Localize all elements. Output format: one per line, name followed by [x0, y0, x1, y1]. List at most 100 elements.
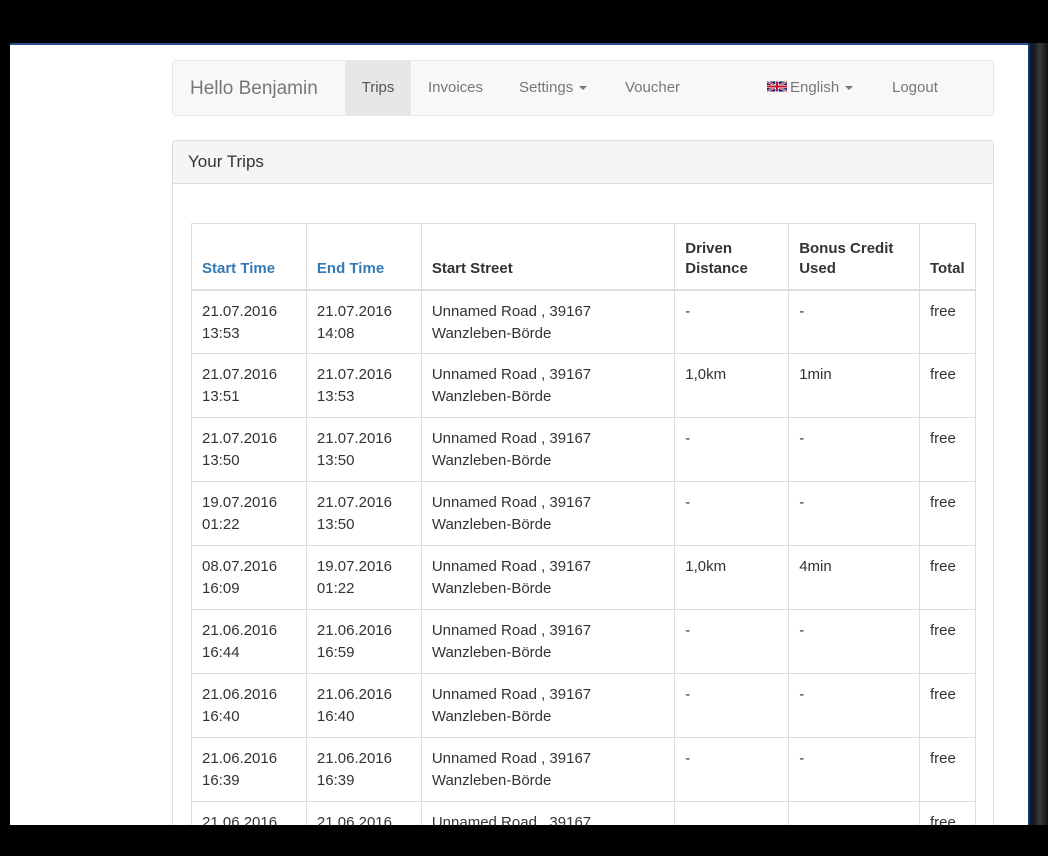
cell-text: 13:51 — [202, 388, 240, 405]
nav-logout-link[interactable]: Logout — [892, 61, 938, 115]
table-row: 21.06.2016 16:44 21.06.2016 16:59 Unnamed Ro… — [191, 609, 977, 674]
cell-text: 21.06.2016 — [202, 814, 278, 825]
cell-text: free — [929, 366, 956, 383]
header-line: Distance — [685, 259, 748, 277]
cell-text: 1,0km — [685, 366, 727, 383]
navbar-brand[interactable]: Hello Benjamin — [190, 78, 318, 100]
table-row: 08.07.2016 16:09 19.07.2016 01:22 Unnamed Ro… — [191, 545, 977, 610]
cell-text: free — [929, 750, 956, 767]
nav-voucher-link[interactable]: Voucher — [625, 61, 680, 115]
end-time-cell: 21.06.2016 16:39 — [305, 737, 422, 802]
nav-settings-dropdown[interactable]: Settings — [519, 61, 588, 115]
total-cell: free — [918, 481, 977, 546]
cell-text: Wanzleben-Börde — [431, 388, 552, 405]
cell-text: Unnamed Road , 39167 — [431, 302, 592, 320]
start-street-cell: Unnamed Road , 39167 Wanzleben-Börde — [420, 353, 676, 418]
table-row: 19.07.2016 01:22 21.07.2016 13:50 Unnamed Ro… — [191, 481, 977, 546]
window-bottom-bar — [0, 825, 1048, 856]
cell-text: 21.06.2016 — [202, 750, 278, 767]
driven-distance-cell: - — [674, 737, 790, 802]
driven-distance-cell: - — [674, 289, 790, 354]
cell-text: Unnamed Road , 39167 — [431, 430, 592, 447]
start-time-cell: 21.07.2016 13:53 — [191, 289, 307, 354]
cell-text: Wanzleben-Börde — [431, 708, 552, 725]
cell-text: 21.07.2016 — [316, 302, 392, 320]
bonus-credit-column-header: Bonus Credit Used — [788, 223, 920, 291]
driven-distance-cell: - — [674, 417, 790, 482]
cell-text: 21.06.2016 — [316, 622, 392, 639]
cell-text: 16:40 — [316, 708, 355, 725]
total-cell: free — [918, 609, 977, 674]
start-time-column-header[interactable]: Start Time — [191, 223, 307, 291]
cell-text: 21.07.2016 — [316, 494, 392, 511]
total-column-header: Total — [918, 223, 977, 291]
nav-language-dropdown[interactable]: English — [767, 61, 854, 115]
header-line: Bonus Credit — [799, 239, 894, 257]
total-cell: free — [918, 737, 977, 802]
cell-text: Wanzleben-Börde — [431, 324, 552, 342]
cell-text: 13:50 — [316, 516, 355, 533]
start-time-cell: 21.07.2016 13:51 — [191, 353, 307, 418]
total-cell: free — [918, 545, 977, 610]
header-line: Used — [799, 259, 836, 277]
start-time-cell: 19.07.2016 01:22 — [191, 481, 307, 546]
cell-text: Unnamed Road , 39167 — [431, 814, 592, 825]
cell-text: 14:08 — [316, 324, 355, 342]
bonus-credit-cell: 4min — [788, 545, 920, 610]
cell-text: 21.06.2016 — [316, 814, 392, 825]
cell-text: - — [799, 622, 805, 639]
cell-text: Unnamed Road , 39167 — [431, 622, 592, 639]
table-row: 21.07.2016 13:53 21.07.2016 14:08 Unnamed Ro… — [191, 289, 977, 354]
cell-text: 01:22 — [202, 516, 240, 533]
cell-text: 19.07.2016 — [316, 558, 392, 575]
cell-text: 16:39 — [316, 772, 355, 789]
cell-text: 21.06.2016 — [202, 622, 278, 639]
cell-text: free — [929, 814, 956, 825]
driven-distance-cell: - — [674, 481, 790, 546]
cell-text: 13:50 — [316, 452, 355, 469]
start-street-cell: Unnamed Road , 39167 Wanzleben-Börde — [420, 289, 676, 354]
cell-text: 21.07.2016 — [202, 302, 278, 320]
end-time-column-header[interactable]: End Time — [305, 223, 422, 291]
bonus-credit-cell: - — [788, 289, 920, 354]
cell-text: 21.07.2016 — [316, 366, 392, 383]
cell-text: 1min — [799, 366, 832, 383]
start-street-cell: Unnamed Road , 39167 Wanzleben-Börde — [420, 737, 676, 802]
cell-text: 13:53 — [202, 324, 240, 342]
cell-text: 16:39 — [202, 772, 240, 789]
chevron-down-icon — [579, 86, 588, 91]
cell-text: - — [685, 750, 691, 767]
end-time-cell: 21.07.2016 14:08 — [305, 289, 422, 354]
start-time-cell: 21.07.2016 13:50 — [191, 417, 307, 482]
cell-text: Wanzleben-Börde — [431, 452, 552, 469]
bonus-credit-cell — [788, 801, 920, 825]
nav-trips-tab[interactable]: Trips — [345, 61, 411, 115]
bonus-credit-cell: - — [788, 609, 920, 674]
bonus-credit-cell: - — [788, 737, 920, 802]
cell-text: 21.06.2016 — [316, 750, 392, 767]
uk-flag-icon — [767, 80, 787, 93]
nav-invoices-link[interactable]: Invoices — [428, 61, 483, 115]
total-cell: free — [918, 801, 977, 825]
cell-text: Wanzleben-Börde — [431, 516, 552, 533]
cell-text: Unnamed Road , 39167 — [431, 494, 592, 511]
cell-text: 4min — [799, 558, 832, 575]
bonus-credit-cell: 1min — [788, 353, 920, 418]
cell-text: - — [685, 430, 691, 447]
cell-text: Wanzleben-Börde — [431, 644, 552, 661]
cell-text: free — [929, 494, 956, 511]
table-row: 21.06.2016 21.06.2016 Unnamed Road , 39167… — [191, 801, 977, 825]
cell-text: - — [799, 686, 805, 703]
cell-text: - — [685, 686, 691, 703]
cell-text: - — [799, 302, 805, 320]
table-header-row: Start Time End Time Start Street Driven D… — [191, 223, 977, 291]
cell-text: 16:40 — [202, 708, 240, 725]
nav-language-label: English — [790, 79, 840, 96]
navbar: Hello Benjamin Trips Invoices Settings V… — [172, 60, 994, 116]
cell-text: 16:09 — [202, 580, 240, 597]
start-street-cell: Unnamed Road , 39167 Wanzleben-Börde — [420, 545, 676, 610]
cell-text: 21.07.2016 — [202, 366, 278, 383]
table-row: 21.06.2016 16:40 21.06.2016 16:40 Unnamed Ro… — [191, 673, 977, 738]
cell-text: - — [799, 430, 805, 447]
bonus-credit-cell: - — [788, 481, 920, 546]
